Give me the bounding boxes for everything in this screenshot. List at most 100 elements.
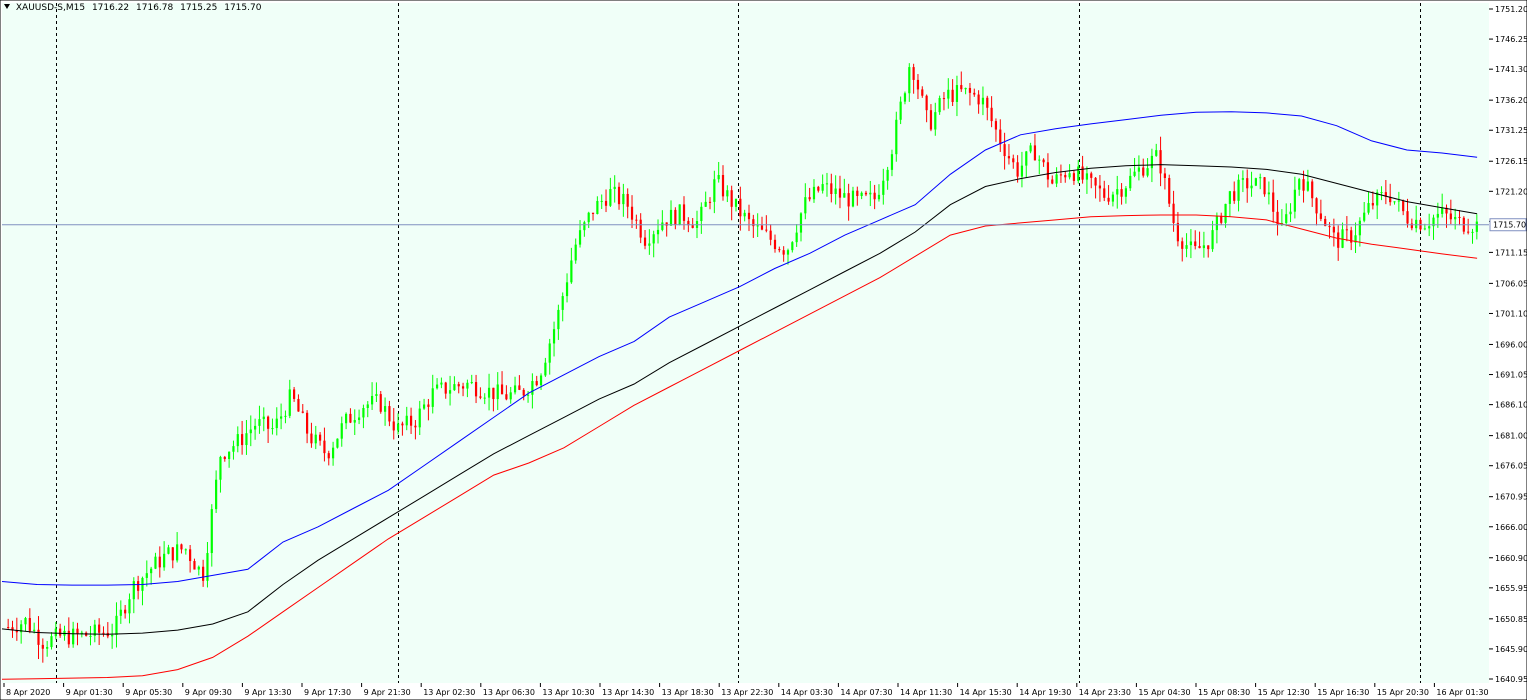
candle-body <box>1293 189 1296 212</box>
candle-body <box>773 239 777 250</box>
candle-body <box>609 189 612 206</box>
candle-body <box>1133 171 1136 176</box>
candle-body <box>414 425 417 428</box>
candle-body <box>1397 200 1400 202</box>
candle-body <box>167 547 170 554</box>
candle-body <box>1345 229 1348 231</box>
x-tick-label: 9 Apr 05:30 <box>125 688 172 697</box>
x-tick-label: 14 Apr 07:30 <box>840 688 892 697</box>
candle-body <box>990 107 993 122</box>
candle-body <box>158 556 161 568</box>
candle-body <box>1259 177 1262 179</box>
candle-body <box>1185 245 1188 249</box>
x-tick-label: 15 Apr 08:30 <box>1198 688 1250 697</box>
candle-body <box>232 446 235 452</box>
x-tick-label: 13 Apr 02:30 <box>423 688 475 697</box>
candle-body <box>648 243 651 246</box>
y-tick-label: 1686.10 <box>1495 401 1527 410</box>
candle-body <box>254 425 257 430</box>
candle <box>1263 176 1266 197</box>
candle-body <box>860 192 863 197</box>
y-tick-label: 1650.85 <box>1495 615 1527 624</box>
y-tick-label: 1706.05 <box>1495 279 1527 288</box>
candle-body <box>98 624 101 633</box>
candle-body <box>1428 226 1431 229</box>
candle-body <box>756 225 759 227</box>
candle-body <box>994 121 998 130</box>
candle-body <box>448 390 452 394</box>
candle-body <box>1458 216 1461 218</box>
candle-body <box>1168 178 1171 204</box>
candle-body <box>626 193 629 207</box>
x-tick-label: 14 Apr 15:30 <box>960 688 1012 697</box>
candle-body <box>635 219 638 221</box>
candle-body <box>1137 167 1141 172</box>
x-tick-label: 14 Apr 11:30 <box>900 688 952 697</box>
candle-body <box>799 213 803 233</box>
dropdown-triangle-icon[interactable] <box>4 4 10 9</box>
candle <box>1168 174 1171 207</box>
plot-background <box>2 3 1489 683</box>
candle-body <box>171 547 174 561</box>
candle-body <box>210 509 213 554</box>
candle-body <box>574 244 577 261</box>
candle-body <box>1038 159 1041 161</box>
candle-body <box>1025 151 1028 166</box>
candle-body <box>184 549 187 551</box>
candle-body <box>765 229 768 231</box>
candle-body <box>1055 174 1058 184</box>
candle-body <box>864 192 868 195</box>
candle-body <box>33 629 36 631</box>
candle-body <box>782 250 785 255</box>
y-tick-label: 1666.00 <box>1495 523 1527 532</box>
candle-body <box>457 384 460 387</box>
candle-body <box>591 212 595 214</box>
candle-body <box>1142 167 1145 176</box>
candle-body <box>622 193 625 205</box>
candle-body <box>561 296 564 310</box>
candle-body <box>1436 213 1439 218</box>
candle-body <box>951 89 954 102</box>
candle-body <box>375 394 378 396</box>
candle-body <box>245 433 248 446</box>
chart-header: XAUUSD-S,M15 1716.22 1716.78 1715.25 171… <box>4 3 265 13</box>
candle-body <box>1254 178 1257 186</box>
x-tick-label: 15 Apr 04:30 <box>1138 688 1190 697</box>
candle-body <box>305 412 309 434</box>
candle-body <box>526 394 530 396</box>
current-price-label: 1715.70 <box>1493 221 1526 230</box>
candle-body <box>461 386 465 389</box>
candle-body <box>431 388 434 407</box>
candle-body <box>1059 174 1063 176</box>
chart-canvas[interactable]: 1751.20 1746.25 1741.30 1736.20 1731.25 1726.… <box>0 0 1527 700</box>
candle-body <box>1211 230 1214 250</box>
candle-body <box>492 387 495 400</box>
candle-body <box>1302 179 1305 191</box>
candle-body <box>769 230 772 240</box>
candle-body <box>128 599 131 614</box>
candle-body <box>1020 165 1024 177</box>
x-tick-label: 14 Apr 23:30 <box>1079 688 1131 697</box>
candle-body <box>981 97 985 105</box>
candle-body <box>327 453 330 459</box>
chart-window[interactable]: 1751.20 1746.25 1741.30 1736.20 1731.25 1726.… <box>0 0 1527 700</box>
candle-body <box>1220 215 1223 223</box>
candle-body <box>916 79 920 90</box>
y-axis: 1751.20 1746.25 1741.30 1736.20 1731.25 1726.… <box>1489 5 1527 684</box>
candle-body <box>1072 173 1076 181</box>
candle-body <box>808 197 811 200</box>
candle-body <box>630 206 634 220</box>
candle-body <box>280 416 283 419</box>
candle-body <box>41 644 44 649</box>
x-tick-label: 9 Apr 01:30 <box>66 688 113 697</box>
candle-body <box>137 581 140 591</box>
candle-body <box>747 212 751 220</box>
candle-body <box>435 384 439 389</box>
candle-body <box>934 112 937 130</box>
candle-body <box>721 174 725 197</box>
candle-body <box>228 451 231 460</box>
candle-body <box>1237 179 1240 201</box>
candle-body <box>613 186 616 190</box>
candle-body <box>1380 192 1383 194</box>
x-tick-label: 16 Apr 01:30 <box>1436 688 1488 697</box>
